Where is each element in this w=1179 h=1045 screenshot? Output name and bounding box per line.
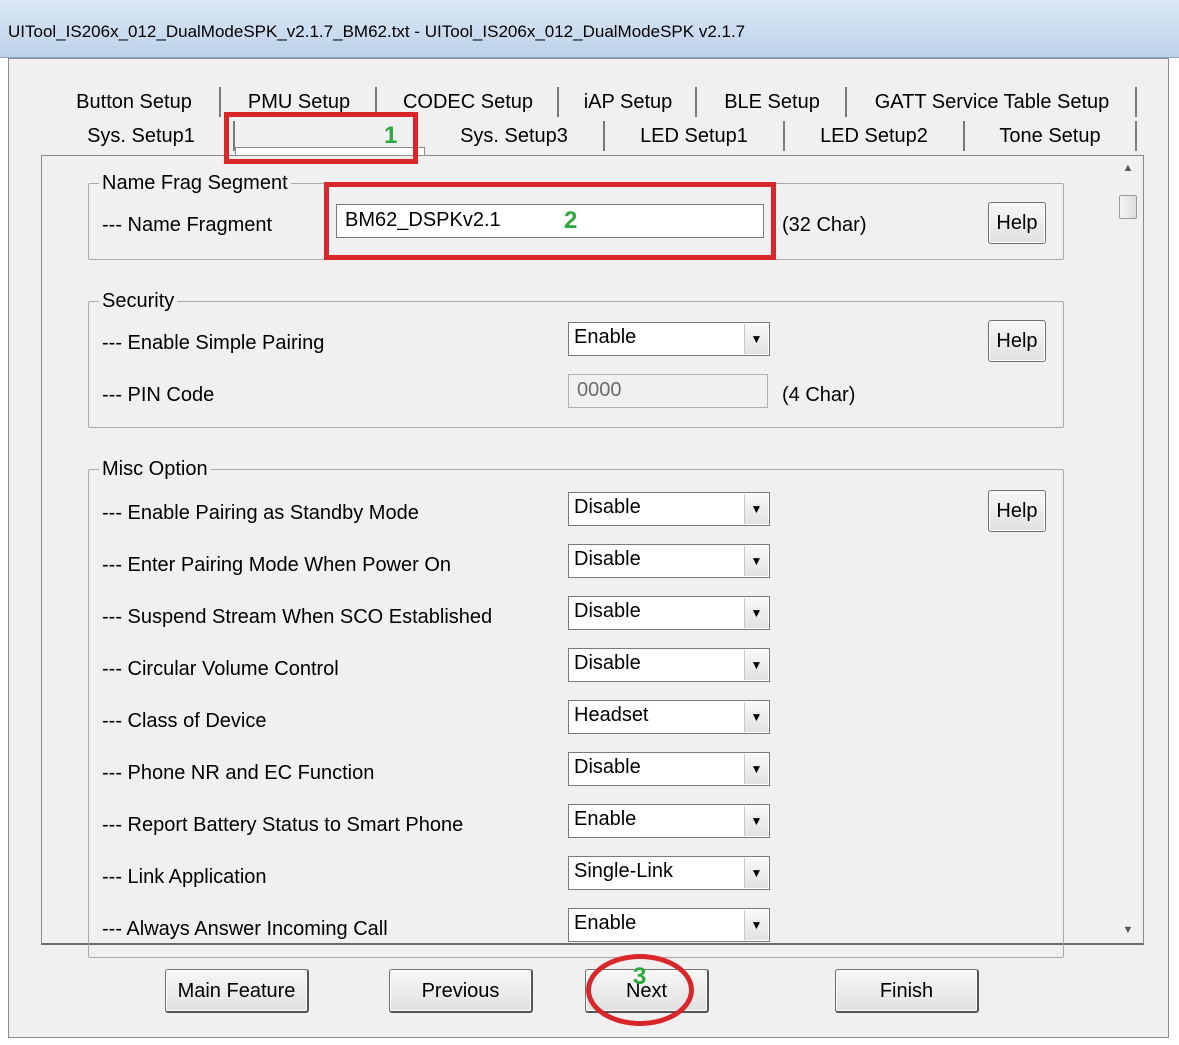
misc-row-select[interactable]: Disable ▼ xyxy=(568,492,770,526)
misc-help-button[interactable]: Help xyxy=(988,490,1046,532)
simple-pairing-label: --- Enable Simple Pairing xyxy=(102,332,325,354)
name-frag-legend: Name Frag Segment xyxy=(102,172,288,194)
chevron-down-icon[interactable]: ▼ xyxy=(744,324,768,354)
name-fragment-label: --- Name Fragment xyxy=(102,214,273,236)
annotation-number: 1 xyxy=(384,122,398,149)
main-feature-button[interactable]: Main Feature xyxy=(165,969,309,1013)
tab-led-setup1[interactable]: LED Setup1 xyxy=(605,121,785,151)
chevron-down-icon[interactable]: ▼ xyxy=(744,598,768,628)
chevron-down-icon[interactable]: ▼ xyxy=(744,806,768,836)
misc-row-value: Disable xyxy=(574,496,641,518)
scroll-down-arrow-icon[interactable]: ▼ xyxy=(1117,920,1139,940)
misc-row-select[interactable]: Single-Link ▼ xyxy=(568,856,770,890)
misc-row-select[interactable]: Enable ▼ xyxy=(568,908,770,942)
misc-row-value: Disable xyxy=(574,652,641,674)
tab-tone-setup[interactable]: Tone Setup xyxy=(965,121,1137,151)
misc-row-select[interactable]: Disable ▼ xyxy=(568,752,770,786)
annotation-number: 3 xyxy=(633,963,647,990)
pin-code-input: 0000 xyxy=(568,374,768,408)
misc-row-label: --- Enter Pairing Mode When Power On xyxy=(102,554,452,576)
misc-row-value: Enable xyxy=(574,808,637,830)
misc-row-label: --- Report Battery Status to Smart Phone xyxy=(102,814,464,836)
scroll-thumb[interactable] xyxy=(1119,195,1137,219)
tab-panel: Name Frag Segment --- Name Fragment BM62… xyxy=(41,155,1144,958)
security-legend: Security xyxy=(102,290,175,312)
tab-gatt-service-table-setup[interactable]: GATT Service Table Setup xyxy=(849,87,1137,117)
misc-row-select[interactable]: Disable ▼ xyxy=(568,596,770,630)
misc-row-select[interactable]: Disable ▼ xyxy=(568,648,770,682)
name-frag-help-button[interactable]: Help xyxy=(988,202,1046,244)
tab-led-setup2[interactable]: LED Setup2 xyxy=(785,121,965,151)
misc-row-value: Headset xyxy=(574,704,649,726)
misc-row-label: --- Enable Pairing as Standby Mode xyxy=(102,502,419,524)
simple-pairing-select[interactable]: Enable ▼ xyxy=(568,322,770,356)
annotation-number: 2 xyxy=(564,207,578,234)
pin-code-value: 0000 xyxy=(577,379,622,401)
misc-row-label: --- Phone NR and EC Function xyxy=(102,762,375,784)
chevron-down-icon[interactable]: ▼ xyxy=(744,546,768,576)
tab-sys-setup1[interactable]: Sys. Setup1 xyxy=(49,121,235,151)
tab-strip: Button Setup PMU Setup CODEC Setup iAP S… xyxy=(49,87,1144,183)
misc-row-label: --- Class of Device xyxy=(102,710,267,732)
pin-code-hint: (4 Char) xyxy=(782,384,856,406)
misc-option-legend: Misc Option xyxy=(102,458,208,480)
tab-button-setup[interactable]: Button Setup xyxy=(49,87,221,117)
chevron-down-icon[interactable]: ▼ xyxy=(744,754,768,784)
misc-row-value: Enable xyxy=(574,912,637,934)
misc-row-select[interactable]: Disable ▼ xyxy=(568,544,770,578)
misc-row-select[interactable]: Headset ▼ xyxy=(568,700,770,734)
chevron-down-icon[interactable]: ▼ xyxy=(744,858,768,888)
scroll-up-arrow-icon[interactable]: ▲ xyxy=(1117,158,1139,178)
misc-row-value: Disable xyxy=(574,600,641,622)
tab-ble-setup[interactable]: BLE Setup xyxy=(699,87,847,117)
window-title: UITool_IS206x_012_DualModeSPK_v2.1.7_BM6… xyxy=(8,22,746,41)
annotation-highlight-name-field xyxy=(324,182,776,260)
simple-pairing-value: Enable xyxy=(574,326,637,348)
misc-row-value: Single-Link xyxy=(574,860,673,882)
tab-sys-setup3[interactable]: Sys. Setup3 xyxy=(425,121,605,151)
misc-row-value: Disable xyxy=(574,548,641,570)
chevron-down-icon[interactable]: ▼ xyxy=(744,910,768,940)
misc-row-label: --- Link Application xyxy=(102,866,267,888)
tab-iap-setup[interactable]: iAP Setup xyxy=(561,87,697,117)
name-fragment-hint: (32 Char) xyxy=(782,214,867,236)
finish-button[interactable]: Finish xyxy=(835,969,979,1013)
misc-row-select[interactable]: Enable ▼ xyxy=(568,804,770,838)
security-help-button[interactable]: Help xyxy=(988,320,1046,362)
misc-row-label: --- Circular Volume Control xyxy=(102,658,339,680)
misc-row-value: Disable xyxy=(574,756,641,778)
chevron-down-icon[interactable]: ▼ xyxy=(744,494,768,524)
previous-button[interactable]: Previous xyxy=(389,969,533,1013)
chevron-down-icon[interactable]: ▼ xyxy=(744,650,768,680)
chevron-down-icon[interactable]: ▼ xyxy=(744,702,768,732)
pin-code-label: --- PIN Code xyxy=(102,384,215,406)
misc-row-label: --- Suspend Stream When SCO Established xyxy=(102,606,493,628)
misc-row-label: --- Always Answer Incoming Call xyxy=(102,918,388,940)
title-bar: UITool_IS206x_012_DualModeSPK_v2.1.7_BM6… xyxy=(0,0,1179,58)
vertical-scrollbar[interactable]: ▲ ▼ xyxy=(1117,158,1139,940)
